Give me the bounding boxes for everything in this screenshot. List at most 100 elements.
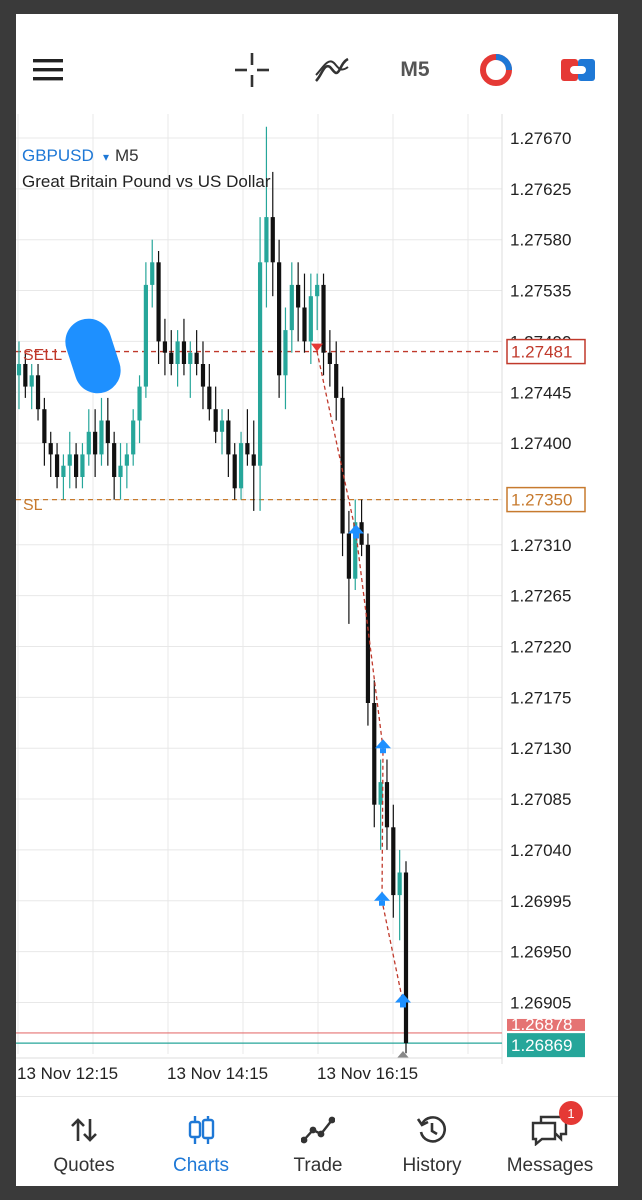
candle <box>251 420 256 511</box>
buy-marker <box>395 993 411 1003</box>
buy-marker <box>374 891 390 901</box>
candle <box>315 273 320 331</box>
candle <box>169 330 174 376</box>
candle <box>118 443 123 500</box>
candle-body <box>283 330 288 376</box>
ask-price-box: 1.26878 <box>507 1015 585 1034</box>
time-axis: 13 Nov 12:15 13 Nov 14:15 13 Nov 16:15 <box>16 1057 502 1083</box>
candle-body <box>372 703 377 805</box>
candle <box>175 330 180 387</box>
candle <box>29 364 34 410</box>
candle-body <box>181 341 187 364</box>
candle <box>359 499 364 557</box>
price-tick-label: 1.27310 <box>510 536 571 555</box>
candle-body <box>150 262 155 285</box>
candle-body <box>23 364 28 387</box>
candle-body <box>93 431 98 455</box>
candles <box>16 126 409 1054</box>
candle-body <box>365 544 371 703</box>
candle <box>334 341 339 421</box>
candle <box>308 273 313 364</box>
candle <box>302 273 307 353</box>
price-axis: 1.276701.276251.275801.275351.274901.274… <box>506 129 586 1058</box>
toggle-icon[interactable] <box>556 44 600 96</box>
candle <box>245 409 250 466</box>
price-tick-label: 1.27400 <box>510 434 571 453</box>
price-chart[interactable]: 1.276701.276251.275801.275351.274901.274… <box>16 114 618 1096</box>
chart-grid <box>16 114 503 1064</box>
ask-price-box-text: 1.26878 <box>511 1015 572 1034</box>
candle <box>93 409 98 477</box>
candle <box>131 409 136 466</box>
candle <box>232 443 237 500</box>
nav-label-trade: Trade <box>293 1155 343 1176</box>
nav-charts[interactable]: Charts <box>141 1097 261 1186</box>
candle <box>384 759 390 850</box>
candle <box>207 364 212 421</box>
trade-path <box>316 351 404 1003</box>
price-tick-label: 1.27220 <box>510 638 571 657</box>
candle-body <box>302 307 307 342</box>
candle <box>353 499 358 590</box>
candle <box>86 409 91 466</box>
sell-price-box-text: 1.27481 <box>511 343 572 362</box>
crosshair-icon[interactable] <box>230 44 274 96</box>
candle-body <box>340 397 345 534</box>
nav-label-history: History <box>402 1155 462 1176</box>
price-tick-label: 1.27445 <box>510 383 571 402</box>
candle-body <box>112 443 117 477</box>
candle <box>226 409 231 477</box>
current-bar-pointer <box>397 1051 409 1058</box>
candle <box>48 431 53 477</box>
candle-body <box>124 454 129 466</box>
nav-trade[interactable]: Trade <box>258 1097 378 1186</box>
symbol-description: Great Britain Pound vs US Dollar <box>22 172 271 191</box>
candle <box>156 251 161 364</box>
nav-messages[interactable]: 1 Messages <box>490 1097 610 1186</box>
price-tick-label: 1.27085 <box>510 790 571 809</box>
candle <box>188 341 193 398</box>
symbol-dropdown-icon[interactable]: ▾ <box>103 150 109 164</box>
price-tick-label: 1.27625 <box>510 180 571 199</box>
candle-body <box>213 409 218 432</box>
candle <box>296 262 301 342</box>
sl-line-label: SL <box>23 497 43 514</box>
timeframe-label: M5 <box>400 58 430 81</box>
candle-body <box>118 465 123 477</box>
candle-body <box>334 364 339 398</box>
nav-history[interactable]: History <box>372 1097 492 1186</box>
messages-badge: 1 <box>559 1101 583 1125</box>
timeframe-button[interactable]: M5 <box>390 44 440 96</box>
candle <box>321 273 326 376</box>
candle-body <box>48 443 53 455</box>
candle <box>61 454 66 500</box>
price-tick-label: 1.26905 <box>510 993 571 1012</box>
candle-body <box>296 284 301 308</box>
nav-label-charts: Charts <box>173 1155 229 1176</box>
price-tick-label: 1.26950 <box>510 943 571 962</box>
buy-marker-stem <box>353 533 359 539</box>
charts-candles-icon <box>187 1113 215 1147</box>
candle-body <box>257 262 263 466</box>
candle <box>397 849 402 941</box>
candle-body <box>289 284 294 331</box>
nav-quotes[interactable]: Quotes <box>24 1097 144 1186</box>
buy-marker-stem <box>380 748 386 754</box>
symbol-name[interactable]: GBPUSD <box>22 146 94 165</box>
candle <box>99 397 104 466</box>
price-tick-label: 1.27130 <box>510 739 571 758</box>
candle <box>105 397 110 466</box>
indicators-icon[interactable] <box>310 44 354 96</box>
candle <box>270 171 275 297</box>
candle-body <box>315 284 320 297</box>
candle <box>181 318 187 376</box>
candle <box>194 330 199 376</box>
candle-body <box>42 409 47 444</box>
candle <box>80 443 85 489</box>
candle-body <box>194 352 199 364</box>
candle-body <box>188 352 193 364</box>
hamburger-menu-icon[interactable] <box>26 44 70 96</box>
one-click-trading-icon[interactable] <box>474 44 518 96</box>
candle <box>257 217 263 511</box>
candle <box>403 861 409 1054</box>
